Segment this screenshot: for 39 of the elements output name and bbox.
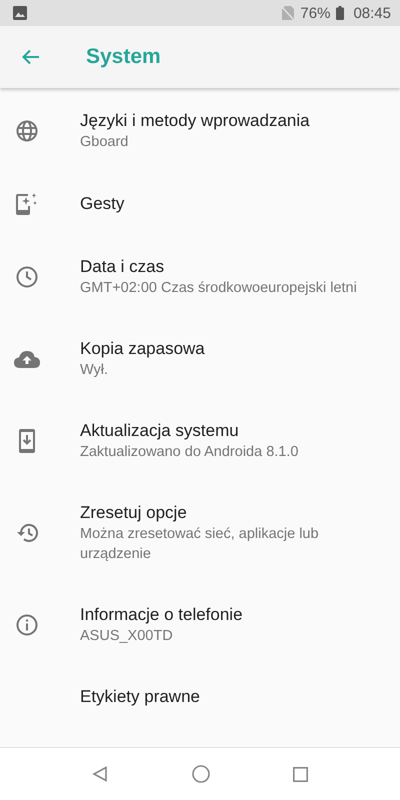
item-summary: ASUS_X00TD <box>80 627 174 646</box>
clock-icon <box>16 266 38 288</box>
item-title: Aktualizacja systemu <box>80 420 240 442</box>
item-title: Kopia zapasowa <box>80 338 205 360</box>
item-title: Gesty <box>80 193 124 215</box>
battery-icon <box>336 6 344 20</box>
item-title: Informacje o telefonie <box>80 604 243 626</box>
item-summary: Można zresetować sieć, aplikacje lub urządzenie <box>80 525 320 564</box>
screen-title: System <box>86 45 161 69</box>
history-icon <box>16 523 38 543</box>
back-icon[interactable] <box>92 766 108 782</box>
no-sim-icon <box>282 6 294 20</box>
item-title: Zresetuj opcje <box>80 502 188 524</box>
recents-icon[interactable] <box>293 766 308 782</box>
settings-item[interactable]: Aktualizacja systemu Zaktualizowano do Androida 8.1.0 <box>0 400 400 482</box>
item-title: Data i czas <box>80 256 166 278</box>
item-summary: GMT+02:00 Czas środkowoeuropejski letni <box>80 279 357 298</box>
settings-item[interactable]: Języki i metody wprowadzania Gboard <box>0 90 400 172</box>
settings-item[interactable]: Data i czas GMT+02:00 Czas środkowoeuropejski letni <box>0 236 400 318</box>
settings-item[interactable]: Etykiety prawne <box>0 666 400 728</box>
settings-item[interactable]: Zresetuj opcje Można zresetować sieć, aplikacje lub urządzenie <box>0 482 400 584</box>
item-summary: Gboard <box>80 133 130 152</box>
settings-item[interactable]: Gesty <box>0 172 400 236</box>
battery-percent: 76% <box>300 4 330 22</box>
item-title: Etykiety prawne <box>80 686 200 708</box>
home-icon[interactable] <box>192 765 210 783</box>
clock-time: 08:45 <box>353 4 391 22</box>
cloud-upload-icon <box>14 350 40 368</box>
image-icon <box>13 6 27 20</box>
item-title: Języki i metody wprowadzania <box>80 110 310 132</box>
settings-item[interactable]: Informacje o telefonie ASUS_X00TD <box>0 584 400 666</box>
item-summary: Wył. <box>80 361 110 380</box>
info-icon <box>16 614 38 636</box>
phone-sparkle-icon <box>15 192 39 216</box>
back-arrow-icon <box>22 49 40 65</box>
globe-icon <box>16 120 38 142</box>
settings-item[interactable]: Kopia zapasowa Wył. <box>0 318 400 400</box>
item-summary: Zaktualizowano do Androida 8.1.0 <box>80 443 298 462</box>
phone-download-icon <box>19 429 35 453</box>
